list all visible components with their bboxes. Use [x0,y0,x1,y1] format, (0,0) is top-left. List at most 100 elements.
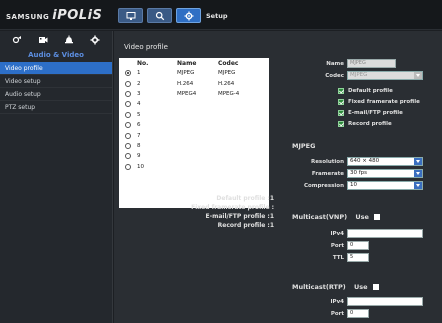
camera-icon[interactable] [11,34,23,46]
table-row[interactable]: 7 [119,130,269,140]
cell-no: 9 [137,153,141,160]
sidebar-icon-bar [0,31,112,49]
vnp-ipv4-label: IPv4 [330,230,345,237]
compression-row: Compression 10 [292,181,423,190]
sidebar: Audio & Video Video profile Video setup … [0,31,113,323]
fixed-framerate-checkbox[interactable] [338,99,344,105]
vnp-ttl-field[interactable]: 5 [347,253,369,262]
table-row[interactable]: 6 [119,120,269,130]
profile-radio[interactable] [125,70,131,77]
table-row[interactable]: 9 [119,151,269,161]
table-row[interactable]: 8 [119,141,269,151]
codec-row: Codec MJPEG [292,71,423,80]
compression-select[interactable]: 10 [347,181,423,190]
name-field[interactable]: MJPEG [347,59,396,68]
profile-radio[interactable] [125,132,131,139]
rtp-port-label: Port [330,310,344,317]
rtp-ipv4-label: IPv4 [330,298,345,305]
fixed-framerate-checkbox-row[interactable]: Fixed framerate profile [338,99,420,105]
vnp-port-field[interactable]: 0 [347,241,369,250]
gear-icon [184,11,193,20]
default-profile-checkbox[interactable] [338,88,344,94]
cell-no: 10 [137,163,144,170]
resolution-select[interactable]: 640 × 480 [347,157,423,166]
table-row[interactable]: 5 [119,110,269,120]
rtp-port-row: Port 0 [292,309,369,318]
vnp-ipv4-field[interactable] [347,229,423,238]
sidebar-item-ptz-setup[interactable]: PTZ setup [0,101,112,114]
table-row[interactable]: 3 MPEG4 MPEG-4 [119,89,269,99]
table-header: No. Name Codec [119,58,269,68]
cell-no: 2 [137,80,141,87]
codec-value: MJPEG [350,72,368,78]
brand-text: SAMSUNG [6,13,50,21]
vnp-port-label: Port [330,242,344,249]
codec-select[interactable]: MJPEG [347,71,423,80]
cell-no: 5 [137,111,141,118]
setup-button[interactable] [176,8,201,23]
sidebar-item-audio-setup[interactable]: Audio setup [0,88,112,101]
multicast-vnp-use-label: Use [355,213,369,221]
email-ftp-checkbox[interactable] [338,110,344,116]
cell-no: 6 [137,122,141,129]
multicast-rtp-title: Multicast(RTP) Use [292,283,379,291]
table-row[interactable]: 2 H.264 H.264 [119,78,269,88]
profile-radio[interactable] [125,101,131,108]
multicast-vnp-title: Multicast(VNP) Use [292,213,381,221]
settings-icon[interactable] [89,34,101,46]
multicast-rtp-use-checkbox[interactable] [372,284,379,290]
compression-value: 10 [350,182,357,188]
cell-no: 1 [137,70,141,77]
sidebar-item-video-setup[interactable]: Video setup [0,75,112,88]
record-profile-checkbox-row[interactable]: Record profile [338,121,392,127]
resolution-value: 640 × 480 [350,158,380,164]
profile-radio[interactable] [125,111,131,118]
search-icon [155,11,164,20]
rtp-ipv4-field[interactable] [347,297,423,306]
framerate-row: Framerate 30 fps [292,169,423,178]
profile-summary: Default profile :1 Fixed framerate profi… [134,194,274,230]
profile-radio[interactable] [125,90,131,97]
resolution-row: Resolution 640 × 480 [292,157,423,166]
chevron-down-icon [414,170,422,177]
email-ftp-checkbox-row[interactable]: E-mail/FTP profile [338,110,403,116]
vnp-port-row: Port 0 [292,241,369,250]
table-row[interactable]: 1 MJPEG MJPEG [119,68,269,78]
table-row[interactable]: 10 [119,162,269,172]
multicast-rtp-label: Multicast(RTP) [292,283,346,291]
live-view-button[interactable] [118,8,143,23]
product-text: iPOLiS [52,8,103,23]
search-button[interactable] [147,8,172,23]
table-row[interactable]: 4 [119,99,269,109]
alarm-icon[interactable] [63,34,75,46]
resolution-label: Resolution [310,158,344,165]
sidebar-item-video-profile[interactable]: Video profile [0,62,112,75]
video-icon[interactable] [37,34,49,46]
cell-name: H.264 [177,80,194,87]
record-profile-label: Record profile [348,121,392,127]
main-panel: Video profile No. Name Codec 1 MJPEG MJPEG… [114,31,442,323]
profile-radio[interactable] [125,142,131,149]
record-profile-checkbox[interactable] [338,121,344,127]
cell-codec: MPEG-4 [218,90,240,97]
vnp-ttl-label: TTL [332,254,344,261]
mjpeg-title: MJPEG [292,142,316,150]
compression-label: Compression [303,182,344,189]
framerate-label: Framerate [311,170,344,177]
page-title: Setup [206,12,228,20]
column-header-name: Name [177,59,197,67]
profile-radio[interactable] [125,163,131,170]
email-ftp-label: E-mail/FTP profile [348,110,403,116]
sidebar-category: Audio & Video [28,51,84,59]
logo: SAMSUNG iPOLiS [6,8,102,23]
framerate-select[interactable]: 30 fps [347,169,423,178]
vnp-ipv4-row: IPv4 [292,229,423,238]
column-header-codec: Codec [218,59,239,67]
profile-radio[interactable] [125,153,131,160]
default-profile-checkbox-row[interactable]: Default profile [338,88,393,94]
profile-radio[interactable] [125,122,131,129]
chevron-down-icon [414,158,422,165]
rtp-port-field[interactable]: 0 [347,309,369,318]
profile-radio[interactable] [125,80,131,87]
multicast-vnp-use-checkbox[interactable] [374,214,381,220]
